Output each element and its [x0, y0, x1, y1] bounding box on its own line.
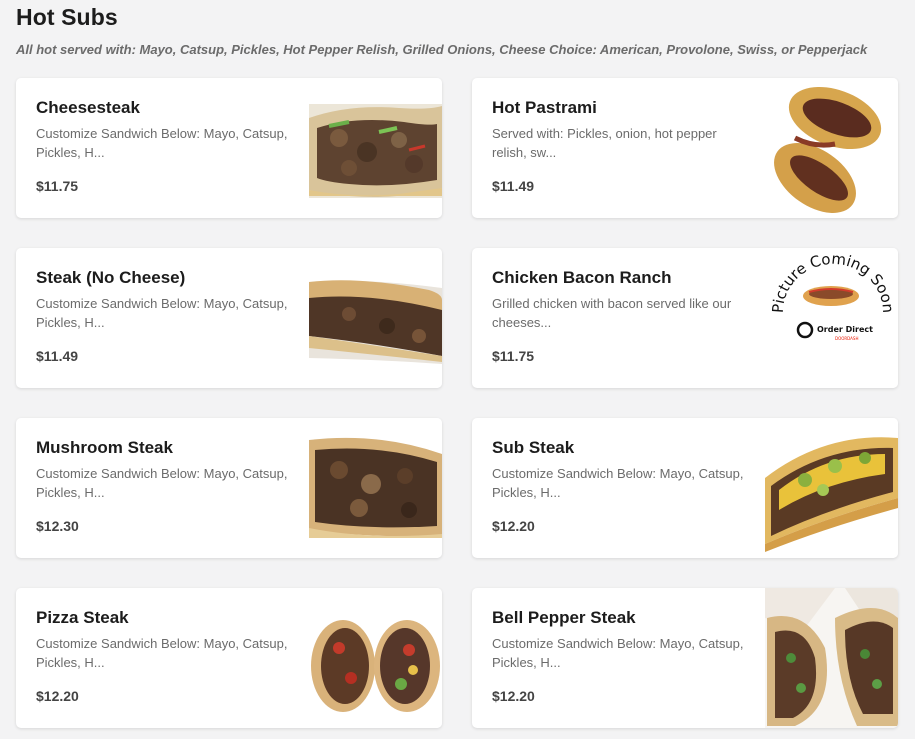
bell-pepper-steak-photo — [765, 588, 898, 728]
menu-item-info: Chicken Bacon Ranch Grilled chicken with… — [492, 268, 750, 332]
pizza-steak-photo — [309, 588, 442, 728]
menu-item-name: Hot Pastrami — [492, 98, 597, 117]
menu-item-description: Customize Sandwich Below: Mayo, Catsup, … — [492, 466, 744, 500]
menu-item-price: $11.49 — [492, 178, 535, 194]
menu-item-description: Customize Sandwich Below: Mayo, Catsup, … — [36, 126, 288, 160]
menu-item-info: Sub Steak Customize Sandwich Below: Mayo… — [492, 438, 750, 502]
menu-item-card[interactable]: Cheesesteak Customize Sandwich Below: Ma… — [16, 78, 442, 218]
menu-item-info: Mushroom Steak Customize Sandwich Below:… — [36, 438, 294, 502]
menu-item-price: $12.20 — [492, 688, 535, 704]
cheesesteak-photo — [309, 78, 442, 218]
menu-item-name: Sub Steak — [492, 438, 575, 457]
menu-item-name: Steak (No Cheese) — [36, 268, 186, 287]
menu-item-price: $12.20 — [36, 688, 79, 704]
menu-item-description: Customize Sandwich Below: Mayo, Catsup, … — [36, 296, 288, 330]
menu-item-card[interactable]: Bell Pepper Steak Customize Sandwich Bel… — [472, 588, 898, 728]
menu-page: Hot Subs All hot served with: Mayo, Cats… — [0, 0, 915, 739]
menu-item-name: Mushroom Steak — [36, 438, 173, 457]
mushroom-steak-photo — [309, 418, 442, 558]
menu-item-description: Customize Sandwich Below: Mayo, Catsup, … — [36, 636, 288, 670]
steak-photo — [309, 248, 442, 388]
menu-item-card[interactable]: Sub Steak Customize Sandwich Below: Mayo… — [472, 418, 898, 558]
pastrami-photo — [765, 78, 898, 218]
menu-item-card[interactable]: Steak (No Cheese) Customize Sandwich Bel… — [16, 248, 442, 388]
section-subtitle: All hot served with: Mayo, Catsup, Pickl… — [16, 42, 868, 57]
menu-item-description: Served with: Pickles, onion, hot pepper … — [492, 126, 717, 160]
menu-item-info: Bell Pepper Steak Customize Sandwich Bel… — [492, 608, 750, 672]
menu-item-price: $11.75 — [492, 348, 535, 364]
menu-item-info: Hot Pastrami Served with: Pickles, onion… — [492, 98, 750, 162]
menu-item-price: $11.75 — [36, 178, 79, 194]
menu-item-name: Chicken Bacon Ranch — [492, 268, 672, 287]
menu-item-name: Pizza Steak — [36, 608, 129, 627]
menu-item-description: Grilled chicken with bacon served like o… — [492, 296, 732, 330]
menu-item-card[interactable]: Hot Pastrami Served with: Pickles, onion… — [472, 78, 898, 218]
menu-item-description: Customize Sandwich Below: Mayo, Catsup, … — [492, 636, 744, 670]
section-title: Hot Subs — [16, 4, 118, 30]
menu-item-info: Cheesesteak Customize Sandwich Below: Ma… — [36, 98, 294, 162]
menu-item-price: $11.49 — [36, 348, 79, 364]
menu-item-card[interactable]: Chicken Bacon Ranch Grilled chicken with… — [472, 248, 898, 388]
sub-steak-photo — [765, 418, 898, 558]
menu-item-info: Pizza Steak Customize Sandwich Below: Ma… — [36, 608, 294, 672]
placeholder-brand: Order Direct — [817, 325, 873, 334]
menu-item-price: $12.20 — [492, 518, 535, 534]
menu-item-name: Cheesesteak — [36, 98, 140, 117]
picture-coming-soon-placeholder: Picture Coming Soon Order Direct DOORDAS… — [765, 248, 898, 388]
menu-item-card[interactable]: Pizza Steak Customize Sandwich Below: Ma… — [16, 588, 442, 728]
menu-item-price: $12.30 — [36, 518, 79, 534]
menu-item-description: Customize Sandwich Below: Mayo, Catsup, … — [36, 466, 288, 500]
menu-item-name: Bell Pepper Steak — [492, 608, 636, 627]
menu-item-card[interactable]: Mushroom Steak Customize Sandwich Below:… — [16, 418, 442, 558]
menu-item-info: Steak (No Cheese) Customize Sandwich Bel… — [36, 268, 294, 332]
placeholder-brand-sub: DOORDASH — [835, 336, 858, 341]
menu-item-grid: Cheesesteak Customize Sandwich Below: Ma… — [16, 78, 898, 728]
